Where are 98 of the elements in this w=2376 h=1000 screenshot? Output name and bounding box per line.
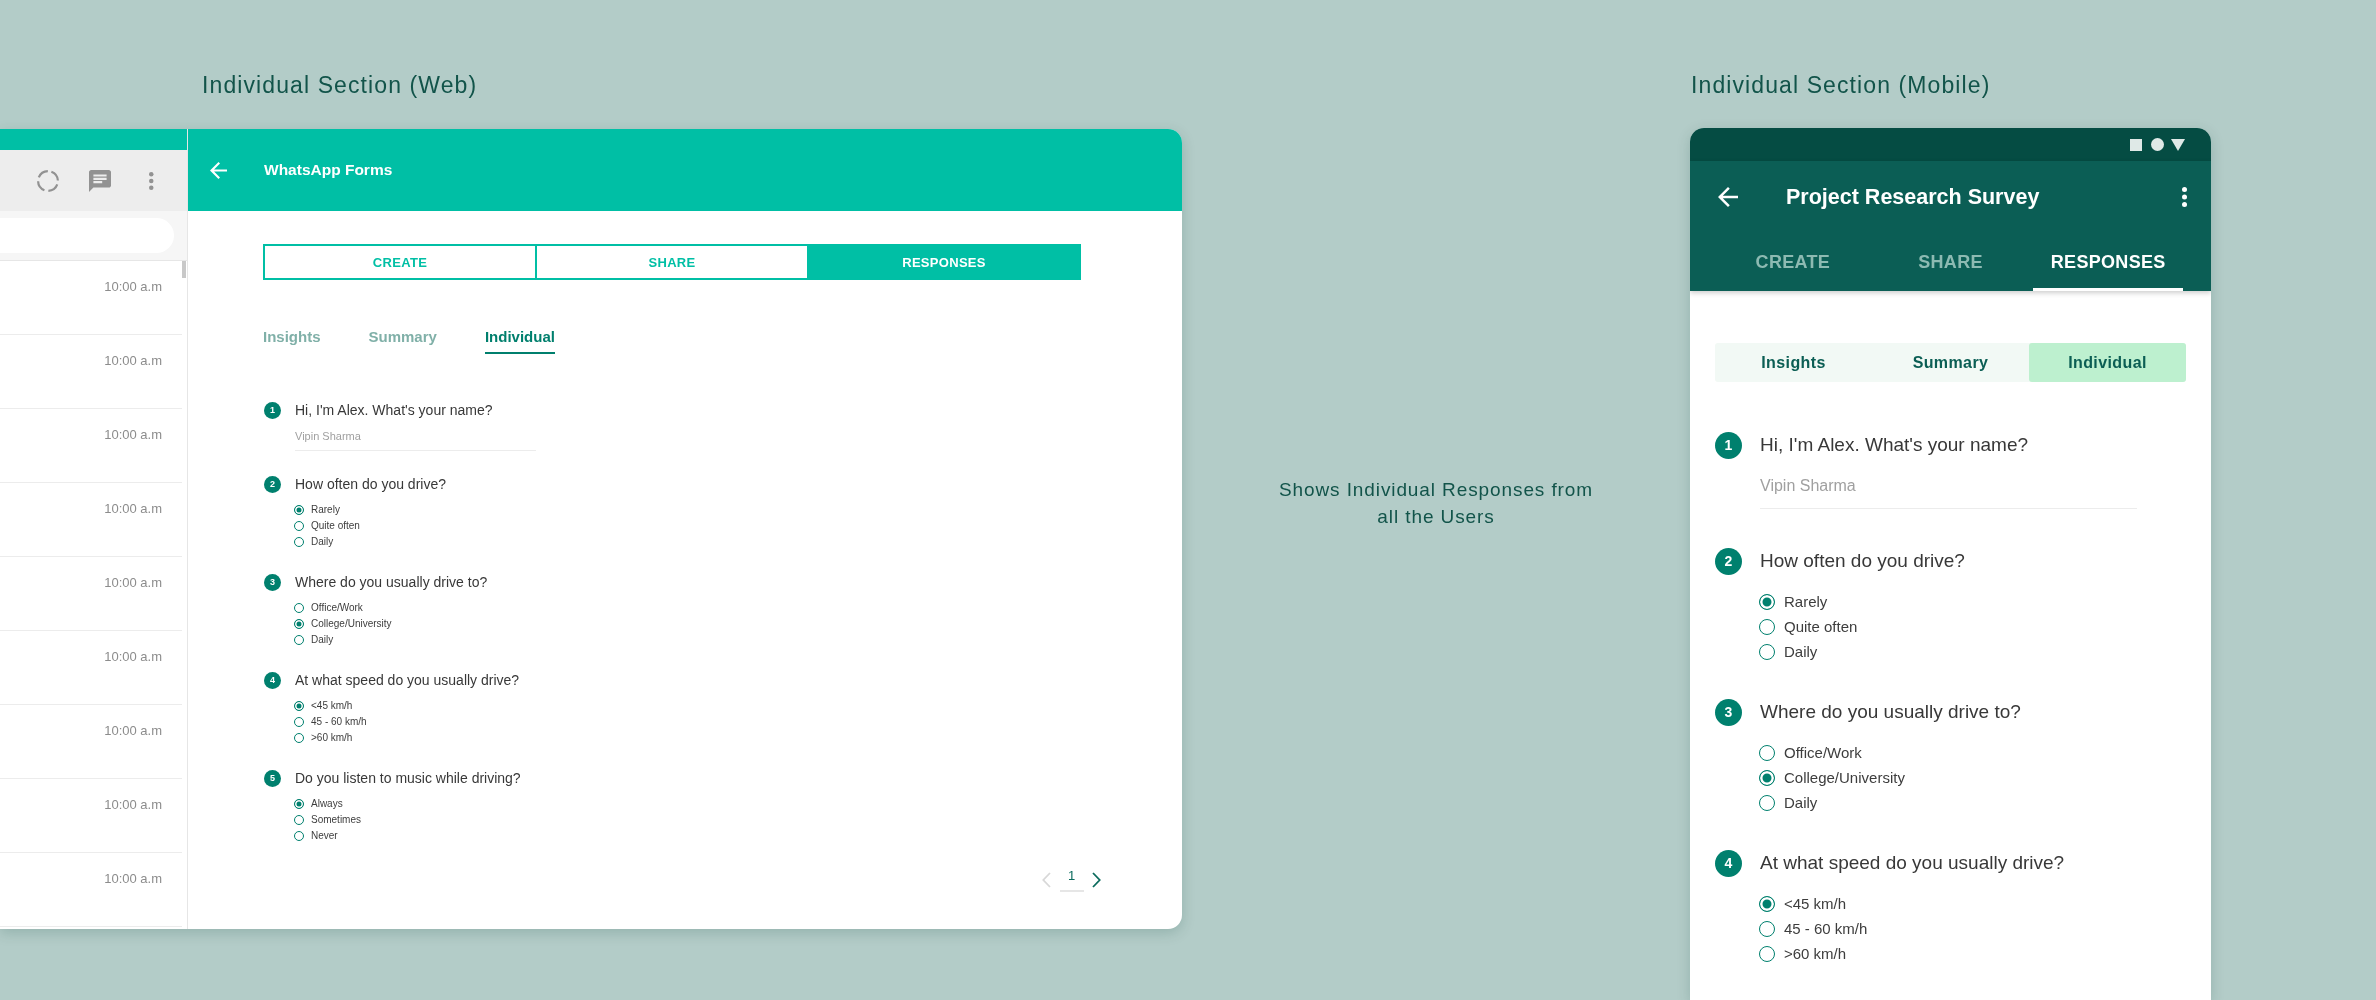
option-label: College/University [311,617,392,631]
question-text: Hi, I'm Alex. What's your name? [295,401,493,420]
chat-time: 10:00 a.m [104,353,162,369]
ring-icon[interactable] [37,169,59,192]
subtab[interactable]: Individual [2029,343,2186,382]
chevron-right-icon[interactable] [1092,872,1101,888]
question-number: 4 [1715,849,1742,877]
option-label: 45 - 60 km/h [1784,918,1868,939]
app-title: Project Research Survey [1786,184,2041,210]
chat-time: 10:00 a.m [104,871,162,887]
tab[interactable]: CREATE [263,244,537,280]
chat-time: 10:00 a.m [104,427,162,443]
radio-button[interactable] [294,603,304,613]
option-label: <45 km/h [1784,893,1847,914]
question-text: Do you listen to music while driving? [295,769,521,788]
option-label: Always [311,797,343,811]
option-label: Office/Work [1784,742,1862,763]
radio-button[interactable] [1759,618,1775,635]
app-title: WhatsApp Forms [264,161,393,179]
option-label: >60 km/h [1784,943,1847,964]
option-label: Rarely [311,503,340,517]
radio-button[interactable] [1759,920,1775,937]
option-label: Office/Work [311,601,363,615]
radio-button[interactable] [294,505,304,515]
option-label: Daily [1784,792,1818,813]
description-text: Shows Individual Responses from all the Users [1277,478,1595,529]
tab[interactable]: SHARE [1875,233,2026,291]
question-text: At what speed do you usually drive? [1760,851,2065,875]
question-number: 4 [264,671,281,689]
subtab[interactable]: Insights [1715,343,1872,382]
radio-button[interactable] [294,537,304,547]
section-caption: Individual Section (Mobile) [1691,71,1991,99]
section-caption: Individual Section (Web) [202,71,478,99]
radio-button[interactable] [1759,593,1775,610]
chat-time: 10:00 a.m [104,279,162,295]
option-label: Rarely [1784,591,1828,612]
page-number[interactable]: 1 [1059,868,1084,892]
subtab[interactable]: Summary [1872,343,2029,382]
tab[interactable]: RESPONSES [807,244,1081,280]
option-label: Sometimes [311,813,361,827]
question-number: 3 [1715,698,1742,726]
option-label: >60 km/h [311,731,353,745]
chat-time: 10:00 a.m [104,501,162,517]
question-number: 1 [1715,431,1742,459]
circle-icon [2150,138,2164,151]
chat-time: 10:00 a.m [104,575,162,591]
option-label: Quite often [1784,616,1858,637]
subtab[interactable]: Summary [368,327,437,354]
option-label: Never [311,829,338,843]
subtab[interactable]: Individual [484,327,555,354]
subtab[interactable]: Insights [263,327,321,354]
option-label: Daily [1784,641,1818,662]
question-number: 2 [1715,547,1742,575]
option-label: <45 km/h [311,699,353,713]
question-number: 2 [264,475,281,493]
chat-time: 10:00 a.m [104,723,162,739]
three-dots-icon[interactable] [2182,187,2187,207]
radio-button[interactable] [1759,794,1775,811]
radio-button[interactable] [1759,744,1775,761]
radio-button[interactable] [294,831,304,841]
question-number: 5 [264,769,281,787]
option-label: Daily [311,535,334,549]
question-number: 1 [264,401,281,419]
radio-button[interactable] [294,619,304,629]
tab[interactable]: SHARE [535,244,809,280]
speech-bubble-icon[interactable] [89,169,111,192]
radio-button[interactable] [294,733,304,743]
chat-time: 10:00 a.m [104,797,162,813]
radio-button[interactable] [294,799,304,809]
triangle-icon [2171,138,2185,151]
option-label: Quite often [311,519,360,533]
radio-button[interactable] [1759,643,1775,660]
question-text: Where do you usually drive to? [295,573,488,592]
left-arrow-icon[interactable] [1718,187,1738,207]
answer-field: Vipin Sharma [295,429,536,451]
radio-button[interactable] [294,701,304,711]
option-label: 45 - 60 km/h [311,715,367,729]
question-text: Hi, I'm Alex. What's your name? [1760,433,2029,457]
tab[interactable]: CREATE [1718,233,1868,291]
radio-button[interactable] [294,717,304,727]
radio-button[interactable] [294,521,304,531]
radio-button[interactable] [1759,769,1775,786]
question-text: Where do you usually drive to? [1760,700,2021,724]
option-label: Daily [311,633,334,647]
tab[interactable]: RESPONSES [2033,233,2183,291]
radio-button[interactable] [294,635,304,645]
question-text: At what speed do you usually drive? [295,671,520,690]
question-text: How often do you drive? [295,475,446,494]
question-text: How often do you drive? [1760,549,1965,573]
radio-button[interactable] [294,815,304,825]
option-label: College/University [1784,767,1905,788]
three-dots-icon[interactable] [149,171,154,190]
answer-field: Vipin Sharma [1760,475,2137,509]
chat-time: 10:00 a.m [104,649,162,665]
square-icon [2129,138,2142,151]
radio-button[interactable] [1759,895,1775,912]
question-number: 3 [264,573,281,591]
radio-button[interactable] [1759,945,1775,962]
